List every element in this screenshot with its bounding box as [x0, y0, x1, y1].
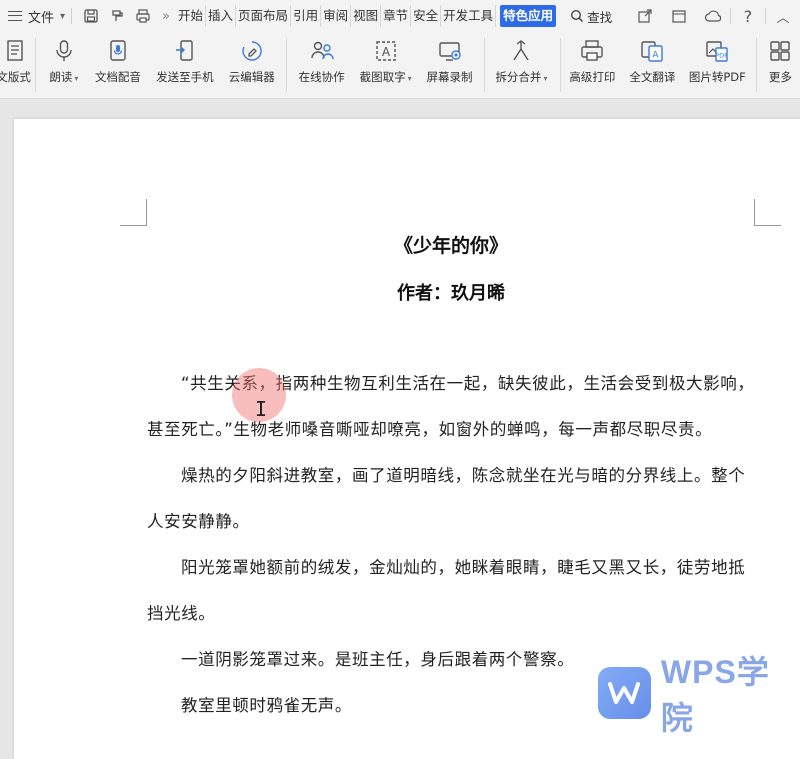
full-text-translate-button[interactable]: A 全文翻译 [624, 32, 681, 98]
advanced-print-button[interactable]: 高级打印 [565, 32, 620, 98]
calendar-icon[interactable] [669, 6, 689, 26]
printer-icon [581, 40, 604, 61]
document-canvas: 《少年的你》 作者：玖月晞 “共生关系，指两种生物互利生活在一起，缺失彼此，生活… [0, 99, 800, 759]
more-icon [770, 41, 791, 61]
ribbon-label: 云编辑器 [228, 70, 275, 84]
divider [71, 8, 73, 24]
ribbon-label: 文档配音 [94, 70, 141, 84]
dropdown-arrow-icon: ▾ [407, 74, 412, 83]
collapse-ribbon-icon[interactable]: ︿ [773, 6, 793, 26]
paragraph[interactable]: 阳光笼罩她额前的绒发，金灿灿的，她眯着眼睛，睫毛又黑又长，徒劳地抵挡光线。 [147, 545, 759, 637]
dropdown-arrow-icon: ▾ [543, 74, 548, 83]
divider [286, 38, 288, 92]
svg-text:PDF: PDF [715, 52, 728, 60]
divider [484, 38, 486, 92]
tab-insert[interactable]: 插入 [206, 5, 237, 27]
ribbon-label: 全文翻译 [629, 70, 676, 84]
wps-academy-watermark: WPS学院 [598, 654, 800, 736]
save-icon[interactable] [82, 7, 100, 25]
ribbon-label: 图片转PDF [688, 70, 746, 84]
more-tabs-icon[interactable]: » [162, 9, 170, 24]
tab-view[interactable]: 视图 [351, 5, 382, 27]
document-author[interactable]: 作者：玖月晞 [146, 279, 756, 305]
ribbon-label: 朗读 [49, 70, 73, 84]
tab-security[interactable]: 安全 [411, 5, 442, 27]
file-menu-label: 文件 [28, 10, 55, 26]
text-cursor-icon: I [255, 397, 268, 421]
split-merge-button[interactable]: 拆分合并 ▾ [489, 32, 554, 98]
split-merge-icon [513, 40, 530, 61]
chevron-down-icon: ▾ [60, 10, 66, 22]
cloud-sync-icon[interactable] [703, 6, 723, 26]
print-icon[interactable] [134, 7, 152, 25]
microphone-icon [56, 40, 72, 61]
voice-dub-icon [110, 40, 126, 61]
screenshot-text-button[interactable]: A 截图取字 ▾ [354, 32, 417, 98]
help-icon[interactable]: ? [738, 6, 758, 26]
send-to-phone-icon [175, 40, 193, 61]
tab-review[interactable]: 审阅 [321, 5, 352, 27]
format-painter-icon[interactable] [108, 7, 126, 25]
screenshot-text-icon: A [375, 41, 396, 61]
tab-section[interactable]: 章节 [381, 5, 412, 27]
margin-corner-mark [120, 199, 147, 226]
search-label: 查找 [587, 9, 613, 25]
dropdown-arrow-icon: ▾ [74, 74, 79, 83]
screen-record-icon [438, 42, 461, 61]
divider [35, 38, 37, 92]
watermark-text: WPS学院 [660, 654, 770, 736]
search-icon [571, 9, 584, 23]
online-collaboration-button[interactable]: 在线协作 [293, 32, 350, 98]
cloud-editor-icon [242, 41, 262, 61]
document-voiceover-button[interactable]: 文档配音 [89, 32, 146, 98]
more-button[interactable]: 更多 [761, 32, 800, 98]
tab-developer[interactable]: 开发工具 [441, 5, 497, 27]
tab-page-layout[interactable]: 页面布局 [236, 5, 292, 27]
divider [765, 8, 766, 24]
svg-text:A: A [653, 51, 660, 61]
translate-icon: A [641, 41, 664, 62]
ribbon-label: 文版式 [0, 70, 31, 84]
tab-references[interactable]: 引用 [291, 5, 322, 27]
share-icon[interactable] [635, 6, 655, 26]
screen-record-button[interactable]: 屏幕录制 [421, 32, 478, 98]
ribbon-label: 高级打印 [569, 70, 616, 84]
ribbon-toolbar: 文版式 朗读▾ 文档配音 发送至手机 云编辑器 在线协作 A 截图取字▾ 屏幕录… [0, 32, 800, 99]
divider [559, 38, 561, 92]
ribbon-label: 更多 [768, 70, 792, 84]
ribbon-label: 拆分合并 [495, 70, 542, 84]
file-menu[interactable]: 文件 ▾ [0, 0, 65, 32]
document-title[interactable]: 《少年的你》 [146, 231, 756, 258]
menu-bar: 文件 ▾ » 开始 插入 页面布局 引用 审阅 视图 章节 安全 开发工具 特色… [0, 0, 800, 32]
wps-logo-icon [598, 667, 651, 719]
ribbon-label: 在线协作 [298, 70, 345, 84]
window-controls: ? ︿ [628, 0, 800, 32]
ribbon-label: 发送至手机 [156, 70, 214, 84]
hamburger-icon [8, 11, 22, 21]
cloud-editor-button[interactable]: 云编辑器 [223, 32, 280, 98]
collaboration-icon [310, 41, 334, 60]
svg-text:A: A [382, 45, 391, 59]
document-layout-icon [6, 40, 23, 61]
tab-home[interactable]: 开始 [176, 5, 207, 27]
divider [730, 8, 731, 24]
image-to-pdf-icon: PDF [706, 41, 728, 62]
tab-special-features[interactable]: 特色应用 [500, 5, 557, 27]
send-to-phone-button[interactable]: 发送至手机 [150, 32, 219, 98]
document-layout-button[interactable]: 文版式 [0, 32, 35, 98]
ribbon-label: 截图取字 [359, 70, 406, 84]
ribbon-label: 屏幕录制 [426, 70, 473, 84]
margin-corner-mark [754, 199, 781, 226]
paragraph[interactable]: 燥热的夕阳斜进教室，画了道明暗线，陈念就坐在光与暗的分界线上。整个人安安静静。 [147, 453, 759, 545]
image-to-pdf-button[interactable]: PDF 图片转PDF [685, 32, 750, 98]
read-aloud-button[interactable]: 朗读 ▾ [42, 32, 85, 98]
divider [755, 38, 757, 92]
search-button[interactable]: 查找 [570, 7, 612, 26]
